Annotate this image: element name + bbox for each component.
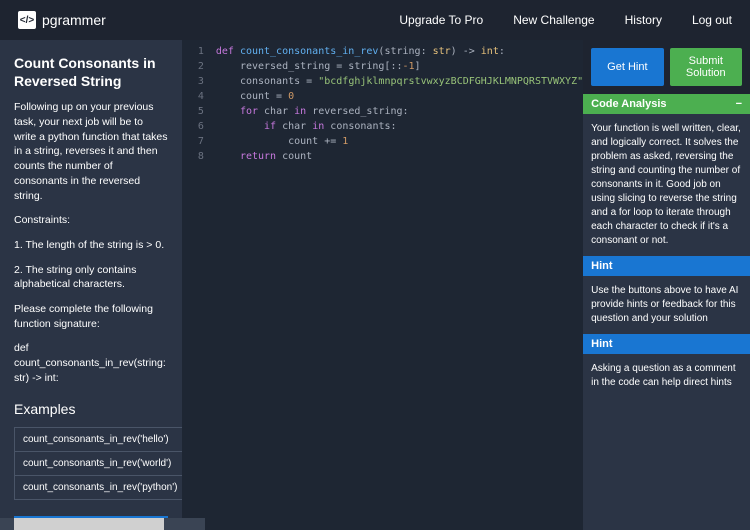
hint-header-1[interactable]: Hint <box>583 256 750 276</box>
hint-body-1: Use the buttons above to have AI provide… <box>583 276 750 334</box>
brand[interactable]: </> pgrammer <box>18 11 106 29</box>
nav-new-challenge[interactable]: New Challenge <box>513 13 594 27</box>
submit-button[interactable]: Submit Solution <box>670 48 742 86</box>
main-layout: Count Consonants in Reversed String Foll… <box>0 40 750 530</box>
code-content[interactable]: def count_consonants_in_rev(string: str)… <box>182 40 583 164</box>
code-editor[interactable]: 12345678 def count_consonants_in_rev(str… <box>182 40 583 530</box>
minus-icon: − <box>736 98 742 110</box>
app-header: </> pgrammer Upgrade To Pro New Challeng… <box>0 0 750 40</box>
hint-header-2[interactable]: Hint <box>583 334 750 354</box>
problem-panel: Count Consonants in Reversed String Foll… <box>0 40 182 530</box>
examples-label: Examples <box>14 401 168 417</box>
analysis-body: Your function is well written, clear, an… <box>583 114 750 256</box>
horizontal-scrollbar[interactable] <box>0 518 205 530</box>
line-numbers: 12345678 <box>182 40 210 164</box>
hint-body-2: Asking a question as a comment in the co… <box>583 354 750 398</box>
problem-description: Following up on your previous task, your… <box>14 100 168 203</box>
get-hint-button[interactable]: Get Hint <box>591 48 663 86</box>
table-row: count_consonants_in_rev('world')4 <box>15 452 182 476</box>
nav-history[interactable]: History <box>625 13 662 27</box>
constraint-2: 2. The string only contains alphabetical… <box>14 263 168 292</box>
constraint-1: 1. The length of the string is > 0. <box>14 238 168 253</box>
table-row: count_consonants_in_rev('hello')3 <box>15 428 182 452</box>
nav-logout[interactable]: Log out <box>692 13 732 27</box>
scrollbar-thumb[interactable] <box>14 518 164 530</box>
nav-upgrade[interactable]: Upgrade To Pro <box>399 13 483 27</box>
top-nav: Upgrade To Pro New Challenge History Log… <box>399 13 732 27</box>
feedback-panel: Get Hint Submit Solution Code Analysis −… <box>583 40 750 530</box>
function-signature: def count_consonants_in_rev(string: str)… <box>14 341 168 385</box>
examples-table: count_consonants_in_rev('hello')3 count_… <box>14 427 182 500</box>
problem-title: Count Consonants in Reversed String <box>14 54 168 90</box>
analysis-header[interactable]: Code Analysis − <box>583 94 750 114</box>
table-row: count_consonants_in_rev('python')4 <box>15 476 182 500</box>
constraints-label: Constraints: <box>14 213 168 228</box>
brand-text: pgrammer <box>42 12 106 28</box>
action-buttons: Get Hint Submit Solution <box>583 40 750 94</box>
signature-prompt: Please complete the following function s… <box>14 302 168 331</box>
code-icon: </> <box>18 11 36 29</box>
